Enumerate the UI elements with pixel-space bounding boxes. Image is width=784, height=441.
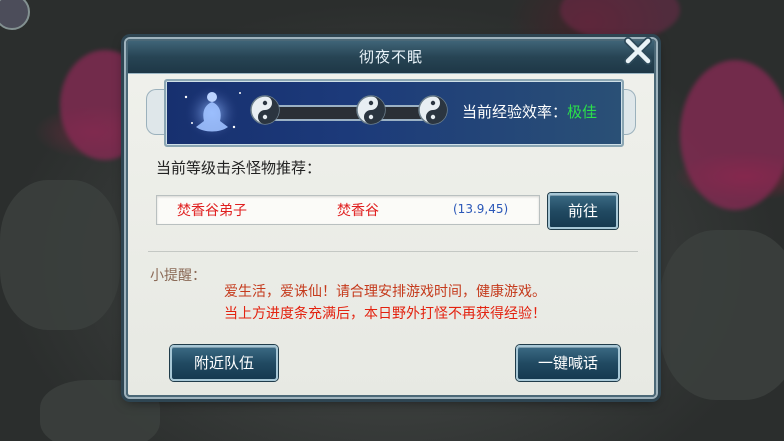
map-name: 焚香谷 <box>337 203 379 219</box>
efficiency-value: 极佳 <box>567 103 598 121</box>
tip-text-health: 爱生活，爱诛仙！请合理安排游戏时间，健康游戏。 <box>224 284 546 300</box>
blossom-tree-right <box>680 60 784 210</box>
nearby-team-button[interactable]: 附近队伍 <box>170 345 278 381</box>
corner-emblem-icon <box>0 0 30 30</box>
goto-button[interactable]: 前往 <box>548 193 618 229</box>
tip-label: 小提醒： <box>150 268 206 284</box>
map-coordinates: (13.9,45) <box>453 202 509 216</box>
monster-recommendation-row: 焚香谷弟子 焚香谷 (13.9,45) <box>156 195 540 225</box>
meditating-figure-icon <box>184 85 241 141</box>
rock-left <box>0 180 120 330</box>
rock-right <box>660 230 784 400</box>
yin-yang-icon <box>250 95 280 125</box>
close-icon[interactable] <box>620 33 656 69</box>
one-click-shout-button[interactable]: 一键喊话 <box>516 345 620 381</box>
monster-name: 焚香谷弟子 <box>177 203 247 219</box>
efficiency-status: 当前经验效率：极佳 <box>462 101 597 122</box>
banner-ornament-left <box>146 89 165 135</box>
experience-progress-bar <box>264 105 440 121</box>
yin-yang-icon <box>356 95 386 125</box>
tip-text-warning: 当上方进度条充满后，本日野外打怪不再获得经验！ <box>224 306 546 322</box>
section-divider <box>148 251 638 252</box>
dialog-title: 彻夜不眠 <box>128 41 654 74</box>
yin-yang-icon <box>418 95 448 125</box>
experience-efficiency-dialog: 彻夜不眠 当前经验效率：极佳 当前等级击杀怪物推荐： 焚香谷弟子 焚香谷 (13… <box>126 37 656 397</box>
efficiency-banner: 当前经验效率：极佳 <box>164 79 624 147</box>
efficiency-label: 当前经验效率： <box>462 103 568 121</box>
recommend-title: 当前等级击杀怪物推荐： <box>156 159 322 177</box>
